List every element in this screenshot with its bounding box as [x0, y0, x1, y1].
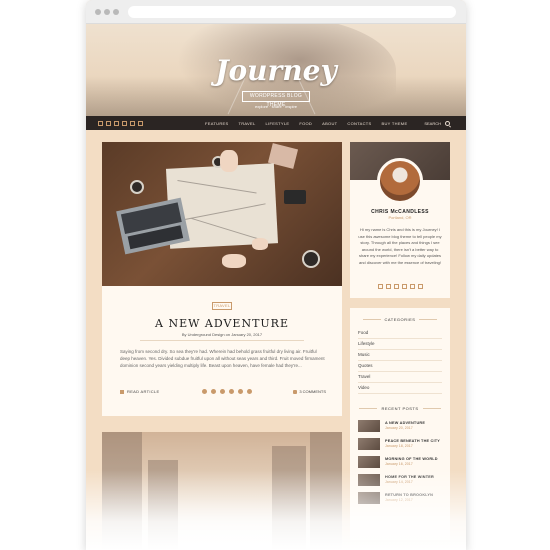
hand-image — [220, 150, 238, 172]
site-tagline: explore · share · inspire — [254, 104, 298, 109]
recent-post-item[interactable]: A NEW ADVENTURE January 20, 2017 — [358, 420, 442, 432]
hero-header: Journey WORDPRESS BLOG THEME explore · s… — [86, 24, 466, 116]
category-item[interactable]: Video — [358, 385, 442, 394]
window-dot-icon[interactable] — [104, 9, 110, 15]
recent-post-title[interactable]: A NEW ADVENTURE — [385, 421, 425, 425]
search-icon[interactable] — [445, 120, 450, 126]
avatar[interactable] — [377, 158, 423, 204]
pinterest-icon[interactable] — [229, 389, 234, 394]
nav-item-features[interactable]: FEATURES — [205, 121, 228, 126]
recent-post-date: January 18, 2017 — [385, 444, 413, 448]
window-dot-icon[interactable] — [95, 9, 101, 15]
recent-post-thumbnail[interactable] — [358, 420, 380, 432]
facebook-icon[interactable] — [202, 389, 207, 394]
google-plus-icon[interactable] — [220, 389, 225, 394]
share-links — [202, 389, 252, 394]
rss-icon[interactable] — [138, 120, 143, 126]
browser-window: Journey WORDPRESS BLOG THEME explore · s… — [86, 0, 466, 550]
recent-post-thumbnail[interactable] — [358, 456, 380, 468]
post-image[interactable] — [102, 142, 342, 286]
recent-post-title[interactable]: PEACE BENEATH THE CITY — [385, 439, 440, 443]
hand-image — [222, 254, 246, 268]
twitter-icon[interactable] — [211, 389, 216, 394]
facebook-icon[interactable] — [98, 120, 103, 126]
categories-title: CATEGORIES — [350, 317, 450, 322]
author-social-links — [350, 284, 450, 289]
nav-item-contacts[interactable]: CONTACTS — [347, 121, 371, 126]
map-line — [175, 203, 266, 222]
recent-post-title[interactable]: MORNING OF THE WORLD — [385, 457, 438, 461]
nav-item-buy-theme[interactable]: BUY THEME — [382, 121, 408, 126]
category-item[interactable]: Quotes — [358, 363, 442, 372]
post-title[interactable]: A NEW ADVENTURE — [102, 317, 342, 330]
recent-post-thumbnail[interactable] — [358, 438, 380, 450]
nav-item-about[interactable]: ABOUT — [322, 121, 337, 126]
about-widget: CHRIS McCANDLESS Portland, OR Hi my name… — [350, 142, 450, 298]
post-excerpt: Saying from second dry. So sea they're h… — [120, 349, 325, 368]
category-item[interactable]: Music — [358, 352, 442, 361]
site-title[interactable]: Journey — [86, 54, 466, 87]
coffee-cup-image — [302, 250, 320, 268]
author-location: Portland, OR — [388, 215, 412, 220]
recent-posts-title: RECENT POSTS — [350, 406, 450, 411]
comments-link[interactable]: 3 COMMENTS — [293, 389, 326, 394]
nav-item-travel[interactable]: TRAVEL — [238, 121, 255, 126]
category-item[interactable]: Lifestyle — [358, 341, 442, 350]
instagram-icon[interactable] — [114, 120, 119, 126]
window-dot-icon[interactable] — [113, 9, 119, 15]
map-line — [177, 179, 257, 194]
recent-post-date: January 20, 2017 — [385, 426, 413, 430]
google-plus-icon[interactable] — [130, 120, 135, 126]
nav-menu: FEATURES TRAVEL LIFESTYLE FOOD ABOUT CON… — [205, 121, 407, 126]
nav-social-links — [98, 120, 143, 126]
browser-chrome — [86, 0, 466, 24]
search-label: SEARCH — [424, 120, 441, 126]
twitter-icon[interactable] — [106, 120, 111, 126]
instagram-icon[interactable] — [393, 284, 399, 289]
category-item[interactable]: Travel — [358, 374, 442, 383]
coffee-cup-image — [130, 180, 144, 194]
post-meta: By Underground Design on January 20, 201… — [181, 332, 263, 337]
recent-post-item[interactable]: MORNING OF THE WORLD January 16, 2017 — [358, 456, 442, 468]
pinterest-icon[interactable] — [401, 284, 407, 289]
recent-post-item[interactable]: PEACE BENEATH THE CITY January 18, 2017 — [358, 438, 442, 450]
pinterest-icon[interactable] — [122, 120, 127, 126]
linkedin-icon[interactable] — [247, 389, 252, 394]
email-icon[interactable] — [238, 389, 243, 394]
author-bio: Hi my name is Chris and this is my Journ… — [358, 227, 442, 265]
category-item[interactable]: Food — [358, 330, 442, 339]
address-bar[interactable] — [128, 6, 456, 18]
post-category-badge[interactable]: TRAVEL — [212, 302, 232, 310]
rss-icon[interactable] — [417, 284, 423, 289]
featured-post: TRAVEL A NEW ADVENTURE By Underground De… — [102, 142, 342, 416]
map-line — [190, 217, 258, 240]
recent-post-date: January 16, 2017 — [385, 462, 413, 466]
camera-image — [284, 190, 306, 204]
twitter-icon[interactable] — [385, 284, 391, 289]
nav-item-food[interactable]: FOOD — [299, 121, 312, 126]
read-article-link[interactable]: READ ARTICLE — [120, 389, 159, 394]
bottom-fade-overlay — [86, 470, 466, 550]
google-plus-icon[interactable] — [409, 284, 415, 289]
post-divider — [140, 340, 304, 341]
hand-image — [252, 238, 268, 250]
post-footer: READ ARTICLE 3 COMMENTS — [120, 389, 326, 397]
facebook-icon[interactable] — [377, 284, 383, 289]
search-toggle[interactable]: SEARCH — [424, 116, 450, 130]
site-badge: WORDPRESS BLOG THEME — [242, 91, 310, 108]
nav-item-lifestyle[interactable]: LIFESTYLE — [266, 121, 290, 126]
main-navigation: FEATURES TRAVEL LIFESTYLE FOOD ABOUT CON… — [86, 116, 466, 130]
